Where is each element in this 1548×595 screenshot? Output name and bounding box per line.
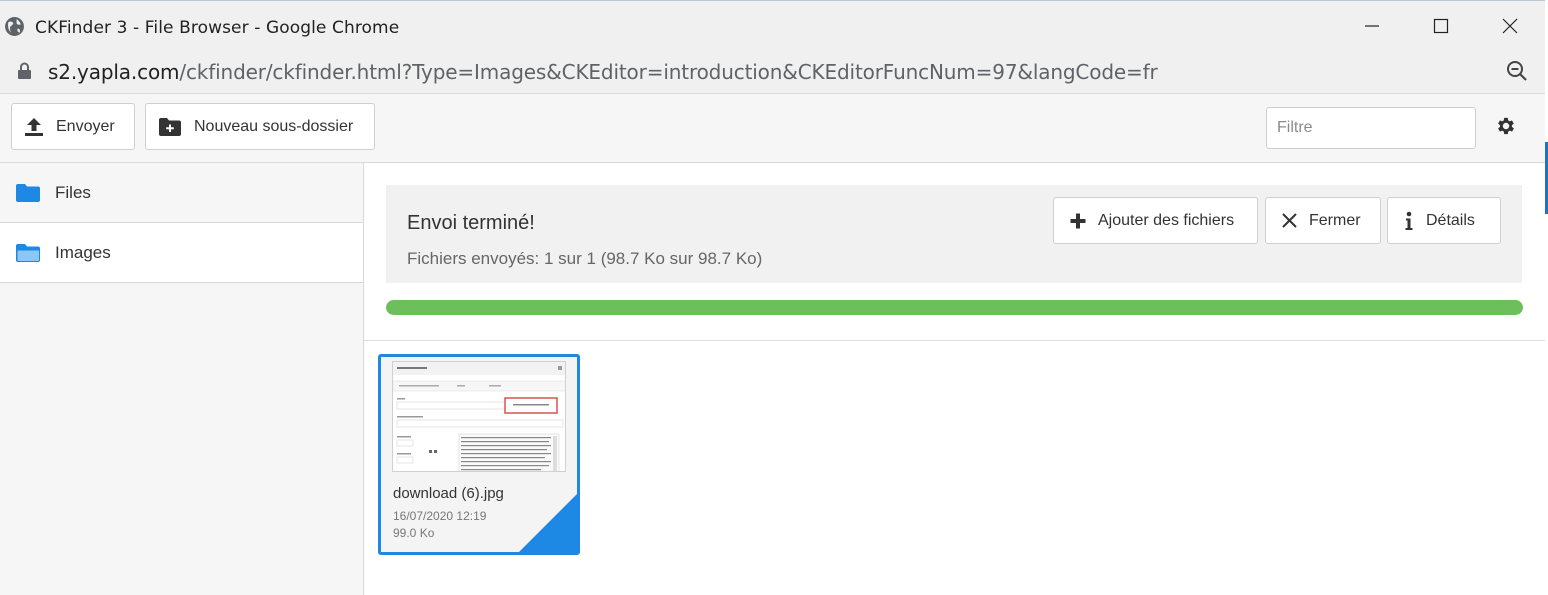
folder-sidebar: Files Images [0,163,364,595]
url-host: s2.yapla.com [48,60,180,84]
upload-progress-bar [386,300,1523,315]
filter-input[interactable] [1266,107,1476,149]
file-thumbnail [392,361,566,472]
address-bar[interactable]: s2.yapla.com/ckfinder/ckfinder.html?Type… [0,50,1545,94]
new-folder-label: Nouveau sous-dossier [194,117,354,135]
lock-icon [18,62,31,79]
folder-icon [16,183,40,202]
sidebar-item-files[interactable]: Files [0,163,363,223]
divider [364,340,1545,341]
zoom-icon[interactable] [1506,60,1528,82]
selected-corner-icon [519,494,577,552]
close-icon [1502,18,1518,34]
upload-progress-fill [386,300,1523,315]
sidebar-item-images[interactable]: Images [0,223,363,283]
main-content: Envoi terminé! Fichiers envoyés: 1 sur 1… [364,163,1545,595]
maximize-button[interactable] [1407,1,1475,51]
upload-status-panel: Envoi terminé! Fichiers envoyés: 1 sur 1… [386,185,1522,283]
file-date: 16/07/2020 12:19 [393,509,487,523]
close-panel-label: Fermer [1309,211,1361,229]
maximize-icon [1433,18,1449,34]
minimize-button[interactable] [1338,1,1406,51]
thumbnail-image [393,362,565,471]
folder-plus-icon [159,117,181,136]
upload-button[interactable]: Envoyer [11,103,135,150]
upload-status-title: Envoi terminé! [407,212,535,234]
upload-icon [25,117,43,136]
upload-progress-text: Fichiers envoyés: 1 sur 1 (98.7 Ko sur 9… [407,249,763,268]
details-button[interactable]: Détails [1387,197,1501,244]
sidebar-item-label: Files [55,182,91,202]
folder-open-icon [16,243,40,262]
info-icon [1405,211,1413,230]
globe-icon [5,17,24,36]
window-title: CKFinder 3 - File Browser - Google Chrom… [35,18,400,38]
close-window-button[interactable] [1476,1,1544,51]
sidebar-item-label: Images [55,242,111,262]
close-panel-button[interactable]: Fermer [1265,197,1381,244]
file-size: 99.0 Ko [393,526,435,540]
file-tile[interactable]: download (6).jpg 16/07/2020 12:19 99.0 K… [378,354,580,555]
plus-icon [1070,213,1086,228]
add-files-button[interactable]: Ajouter des fichiers [1053,197,1258,244]
url-path: /ckfinder/ckfinder.html?Type=Images&CKEd… [179,60,1158,84]
url-text[interactable]: s2.yapla.com/ckfinder/ckfinder.html?Type… [48,60,1158,84]
window-title-bar: CKFinder 3 - File Browser - Google Chrom… [0,0,1545,50]
gear-icon[interactable] [1495,115,1517,137]
ckfinder-toolbar: Envoyer Nouveau sous-dossier [0,94,1545,163]
close-icon [1282,213,1297,228]
add-files-label: Ajouter des fichiers [1098,211,1235,229]
file-name: download (6).jpg [393,485,504,502]
upload-label: Envoyer [56,117,115,135]
details-label: Détails [1426,211,1475,229]
minimize-icon [1365,25,1379,27]
new-folder-button[interactable]: Nouveau sous-dossier [145,103,375,150]
